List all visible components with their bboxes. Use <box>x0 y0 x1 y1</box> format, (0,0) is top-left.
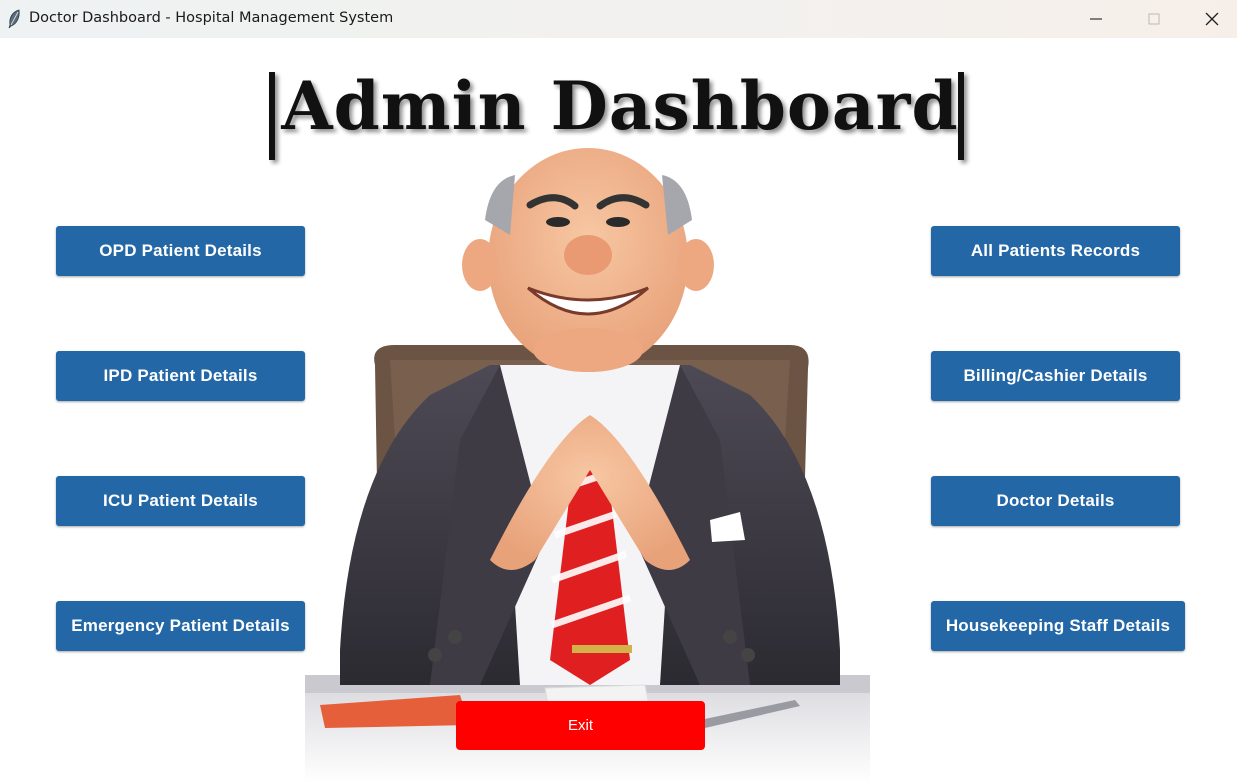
doctor-details-button[interactable]: Doctor Details <box>931 476 1180 526</box>
emergency-patient-details-button[interactable]: Emergency Patient Details <box>56 601 305 651</box>
exit-button[interactable]: Exit <box>456 701 705 750</box>
minimize-icon <box>1090 18 1102 20</box>
minimize-button[interactable] <box>1067 0 1125 38</box>
housekeeping-staff-details-button[interactable]: Housekeeping Staff Details <box>931 601 1185 651</box>
maximize-icon <box>1148 13 1160 25</box>
window-titlebar: Doctor Dashboard - Hospital Management S… <box>0 0 1237 38</box>
ipd-patient-details-button[interactable]: IPD Patient Details <box>56 351 305 401</box>
billing-cashier-details-button[interactable]: Billing/Cashier Details <box>931 351 1180 401</box>
icu-patient-details-button[interactable]: ICU Patient Details <box>56 476 305 526</box>
feather-icon <box>6 9 22 29</box>
close-button[interactable] <box>1183 0 1237 38</box>
all-patients-records-button[interactable]: All Patients Records <box>931 226 1180 276</box>
admin-illustration <box>305 148 870 783</box>
window-title: Doctor Dashboard - Hospital Management S… <box>29 10 394 26</box>
opd-patient-details-button[interactable]: OPD Patient Details <box>56 226 305 276</box>
heading-bar-right <box>958 72 964 160</box>
close-icon <box>1205 12 1219 26</box>
maximize-button[interactable] <box>1125 0 1183 38</box>
page-title: Admin Dashboard <box>281 67 959 145</box>
